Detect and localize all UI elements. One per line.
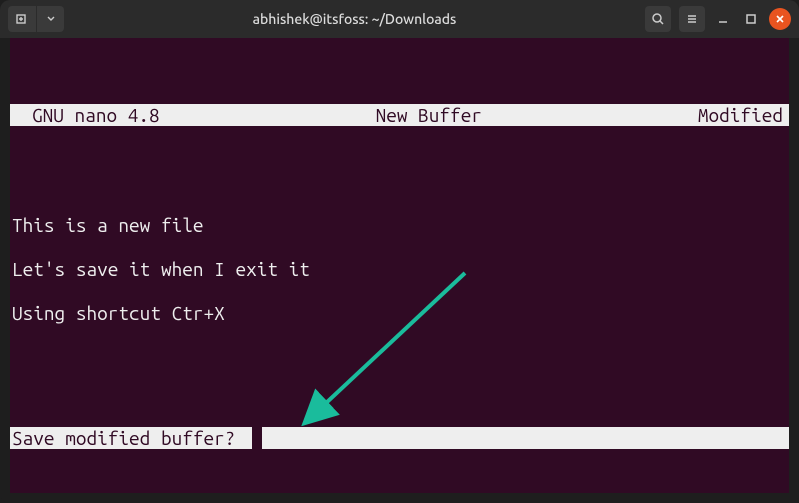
window-title: abhishek@itsfoss: ~/Downloads (70, 11, 639, 27)
nano-modified-status: Modified (698, 104, 787, 126)
nano-buffer-name: New Buffer (160, 104, 698, 126)
nano-prompt-input-area[interactable] (262, 427, 789, 449)
chevron-down-icon (36, 6, 64, 32)
titlebar: abhishek@itsfoss: ~/Downloads (0, 0, 799, 38)
close-button[interactable] (769, 8, 791, 30)
search-icon (651, 12, 665, 26)
terminal-viewport[interactable]: GNU nano 4.8 New Buffer Modified This is… (10, 38, 789, 493)
hamburger-icon (685, 12, 699, 26)
nano-header-bar: GNU nano 4.8 New Buffer Modified (10, 104, 789, 126)
new-tab-icon (8, 6, 36, 32)
minimize-icon (717, 13, 729, 25)
menu-button[interactable] (679, 6, 705, 32)
search-button[interactable] (645, 6, 671, 32)
nano-shortcut-bar: Y Yes N No ^C Cancel (10, 449, 789, 493)
maximize-button[interactable] (741, 9, 761, 29)
minimize-button[interactable] (713, 9, 733, 29)
terminal-window: abhishek@itsfoss: ~/Downloads GNU nano 4… (0, 0, 799, 503)
editor-line: Let's save it when I exit it (12, 258, 787, 280)
nano-prompt-text: Save modified buffer? (10, 427, 237, 449)
nano-editor-body[interactable]: This is a new file Let's save it when I … (10, 192, 789, 368)
close-icon (775, 14, 785, 24)
editor-line: This is a new file (12, 214, 787, 236)
nano-app-name: GNU nano 4.8 (12, 104, 160, 126)
nano-save-prompt: Save modified buffer? (10, 427, 789, 449)
maximize-icon (745, 13, 757, 25)
new-tab-button-group[interactable] (8, 6, 64, 32)
editor-line: Using shortcut Ctr+X (12, 302, 787, 324)
